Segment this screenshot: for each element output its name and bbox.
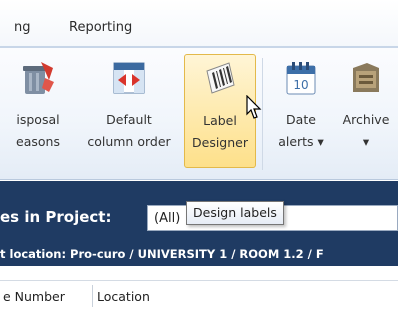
archive-box-icon bbox=[353, 63, 379, 92]
current-location-path: t location: Pro-curo / UNIVERSITY 1 / RO… bbox=[0, 247, 324, 261]
date-alerts-button[interactable]: 10 Date alerts ▾ bbox=[270, 54, 332, 168]
disposal-reasons-label-1: isposal bbox=[16, 112, 60, 127]
label-designer-tooltip: Design labels bbox=[186, 201, 284, 225]
archive-button[interactable]: Archive ▾ bbox=[334, 54, 398, 168]
ribbon-group-separator bbox=[262, 58, 263, 170]
default-column-order-button[interactable]: Default column order bbox=[76, 54, 182, 168]
calendar-icon: 10 bbox=[286, 62, 316, 95]
ribbon: isposal easons Default column order Labe… bbox=[0, 48, 398, 180]
grid-header: e Number Location bbox=[0, 280, 398, 311]
column-header-location[interactable]: Location bbox=[97, 289, 150, 304]
disposal-reasons-label-2: easons bbox=[16, 134, 60, 149]
label-designer-label-1: Label bbox=[203, 113, 237, 128]
column-order-icon bbox=[113, 62, 145, 94]
menu-bar: ng Reporting bbox=[0, 0, 398, 48]
barcode-label-icon bbox=[206, 62, 235, 94]
archive-label-1: Archive bbox=[342, 112, 390, 127]
archive-dropdown-arrow: ▾ bbox=[362, 134, 370, 149]
date-alerts-label-2: alerts ▾ bbox=[278, 134, 324, 149]
label-designer-label-2: Designer bbox=[192, 135, 248, 150]
project-filter-value: (All) bbox=[154, 211, 181, 226]
column-separator[interactable] bbox=[92, 285, 93, 307]
date-alerts-label-1: Date bbox=[286, 112, 316, 127]
disposal-reasons-button[interactable]: isposal easons bbox=[0, 54, 76, 168]
trash-bin-icon bbox=[23, 62, 54, 94]
column-header-number[interactable]: e Number bbox=[3, 289, 65, 304]
default-column-order-label-2: column order bbox=[87, 134, 171, 149]
project-filter-title: es in Project: bbox=[0, 208, 112, 226]
menu-tab-partial[interactable]: ng bbox=[14, 20, 31, 35]
default-column-order-label-1: Default bbox=[106, 112, 152, 127]
svg-text:10: 10 bbox=[293, 78, 308, 92]
menu-tab-reporting[interactable]: Reporting bbox=[69, 20, 132, 35]
